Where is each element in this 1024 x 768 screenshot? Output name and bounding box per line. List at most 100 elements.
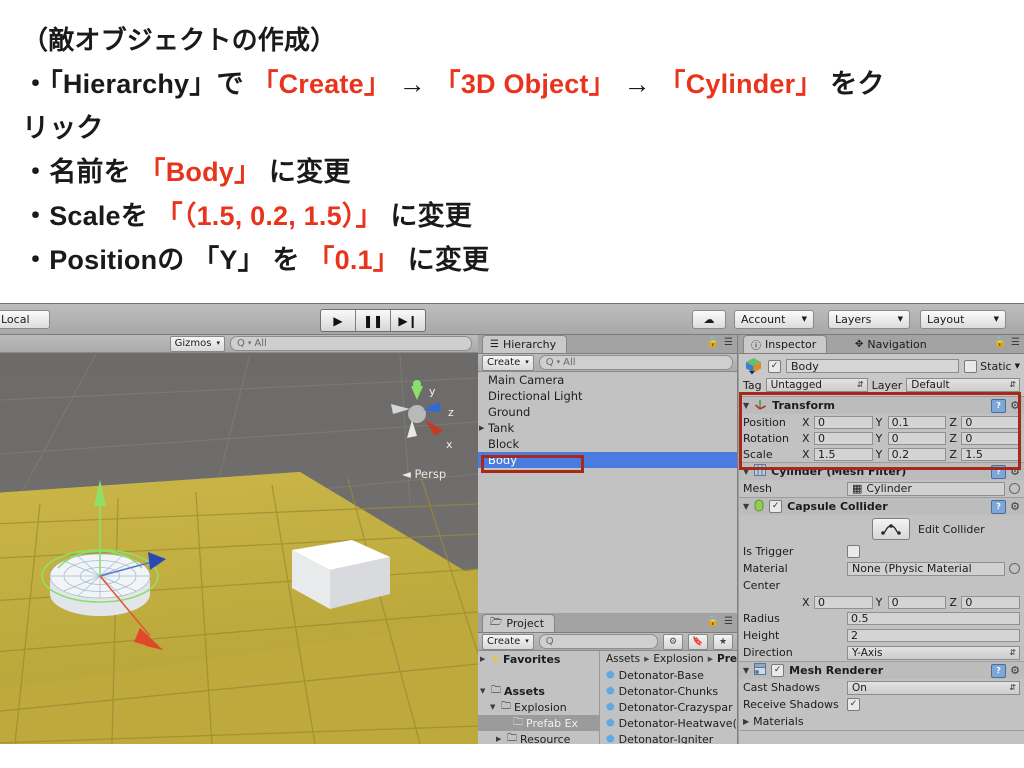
help-icon[interactable]: ? <box>991 398 1007 413</box>
object-picker-icon[interactable] <box>1009 563 1020 574</box>
tab-navigation[interactable]: ✥ Navigation <box>847 335 938 353</box>
asset-item[interactable]: ⬟ Detonator-Heatwave( <box>600 715 737 731</box>
project-tree-item[interactable]: ▶ 🗀 Resource <box>478 731 599 745</box>
filter-by-type-icon[interactable]: ⚙ <box>663 633 683 650</box>
asset-item[interactable]: ⬟ Detonator-Crazyspar <box>600 699 737 715</box>
project-tree-item[interactable]: ▼ 🗀 Explosion <box>478 699 599 715</box>
asset-item[interactable]: ⬟ Detonator-Base <box>600 667 737 683</box>
tab-project[interactable]: 🗁 Project <box>482 614 556 632</box>
expand-triangle-icon[interactable]: ▶ <box>479 424 488 432</box>
project-search-input[interactable]: Q <box>538 634 658 649</box>
radius-input[interactable]: 0.5 <box>847 612 1020 625</box>
gear-icon[interactable]: ⚙ <box>1010 399 1020 412</box>
step-button[interactable]: ▶❙ <box>391 310 425 331</box>
lock-icon[interactable]: 🔒 <box>707 616 719 627</box>
hierarchy-search-input[interactable]: Q ▾ All <box>538 355 733 370</box>
hierarchy-item[interactable]: Ground <box>478 404 737 420</box>
help-icon[interactable]: ? <box>991 499 1007 514</box>
position-z-input[interactable]: 0 <box>961 415 1021 429</box>
edit-collider-button[interactable] <box>872 518 910 540</box>
panel-menu-icon[interactable]: ☰ <box>724 337 733 348</box>
cast-shadows-dropdown[interactable]: On ⇵ <box>847 680 1020 695</box>
lock-icon[interactable]: 🔒 <box>994 337 1006 348</box>
collapse-triangle-icon[interactable]: ▼ <box>743 666 749 675</box>
center-z-input[interactable]: 0 <box>961 595 1021 609</box>
object-enabled-checkbox[interactable]: ✓ <box>768 359 781 373</box>
project-tree-item[interactable]: 🗀 Prefab Ex <box>478 715 599 731</box>
hierarchy-item[interactable]: Main Camera <box>478 372 737 388</box>
rotation-z-input[interactable]: 0 <box>961 431 1021 445</box>
object-name-input[interactable]: Body <box>786 359 960 373</box>
expand-triangle-icon[interactable]: ▶ <box>480 655 488 663</box>
object-picker-icon[interactable] <box>1009 483 1020 494</box>
expand-triangle-icon[interactable]: ▼ <box>480 687 488 695</box>
receive-shadows-checkbox[interactable]: ✓ <box>847 698 860 711</box>
asset-item[interactable]: ⬟ Detonator-Igniter <box>600 731 737 745</box>
cloud-services-button[interactable]: ☁ <box>692 310 726 329</box>
mesh-renderer-header[interactable]: ▼ ✓ Mesh Renderer ? ⚙ <box>739 662 1024 679</box>
gizmos-dropdown[interactable]: Gizmos ▾ <box>169 335 225 352</box>
project-tree-item[interactable]: ▶ ★ Favorites <box>478 651 599 667</box>
tag-dropdown[interactable]: Untagged ⇵ <box>765 378 868 392</box>
scale-z-input[interactable]: 1.5 <box>961 447 1021 461</box>
scene-search-input[interactable]: Q ▾ All <box>230 336 472 351</box>
direction-dropdown[interactable]: Y-Axis ⇵ <box>847 645 1020 660</box>
play-button[interactable]: ▶ <box>321 310 356 331</box>
gear-icon[interactable]: ⚙ <box>1010 465 1020 478</box>
mesh-filter-header[interactable]: ▼ Cylinder (Mesh Filter) ? ⚙ <box>739 463 1024 480</box>
breadcrumb-item[interactable]: Assets <box>606 653 640 665</box>
mesh-object-field[interactable]: ▦ Cylinder <box>847 481 1005 496</box>
gear-icon[interactable]: ⚙ <box>1010 664 1020 677</box>
rotation-y-input[interactable]: 0 <box>887 431 947 445</box>
layout-dropdown[interactable]: Layout ▼ <box>920 310 1006 329</box>
help-icon[interactable]: ? <box>991 464 1007 479</box>
expand-triangle-icon[interactable]: ▼ <box>490 703 498 711</box>
scene-view[interactable]: Gizmos ▾ Q ▾ All y z x ◄ Persp <box>0 335 478 744</box>
pivot-rotation-toggle[interactable]: Local <box>0 310 50 329</box>
capsule-collider-header[interactable]: ▼ ✓ Capsule Collider ? ⚙ <box>739 498 1024 515</box>
asset-item[interactable]: ⬟ Detonator-Chunks <box>600 683 737 699</box>
collapse-triangle-icon[interactable]: ▼ <box>743 401 749 410</box>
panel-menu-icon[interactable]: ☰ <box>724 616 733 627</box>
scale-x-input[interactable]: 1.5 <box>814 447 873 461</box>
help-icon[interactable]: ? <box>991 663 1007 678</box>
lock-icon[interactable]: 🔒 <box>707 337 719 348</box>
hierarchy-create-button[interactable]: Create ▾ <box>482 354 534 371</box>
height-input[interactable]: 2 <box>847 629 1020 642</box>
breadcrumb-item[interactable]: Explosion <box>653 653 703 665</box>
collider-material-field[interactable]: None (Physic Material <box>847 561 1005 576</box>
filter-by-label-icon[interactable]: 🔖 <box>688 633 708 650</box>
project-create-button[interactable]: Create ▾ <box>482 633 534 650</box>
static-toggle[interactable]: ✓ Static ▼ <box>964 359 1020 373</box>
panel-menu-icon[interactable]: ☰ <box>1011 337 1020 348</box>
project-tree-item[interactable]: ▼ 🗀 Assets <box>478 683 599 699</box>
static-checkbox[interactable]: ✓ <box>964 359 978 373</box>
mesh-renderer-enabled-checkbox[interactable]: ✓ <box>771 664 785 677</box>
materials-row[interactable]: ▶ Materials <box>739 713 1024 730</box>
pause-button[interactable]: ❚❚ <box>356 310 391 331</box>
is-trigger-checkbox[interactable]: ✓ <box>847 545 860 558</box>
hierarchy-item-selected[interactable]: Body <box>478 452 737 468</box>
account-dropdown[interactable]: Account ▼ <box>734 310 814 329</box>
tab-inspector[interactable]: ⓘ Inspector <box>743 335 828 353</box>
layers-dropdown[interactable]: Layers ▼ <box>828 310 910 329</box>
hierarchy-item[interactable]: Directional Light <box>478 388 737 404</box>
scene-viewport[interactable]: y z x ◄ Persp <box>0 354 478 744</box>
position-x-input[interactable]: 0 <box>814 415 873 429</box>
breadcrumb-item[interactable]: Pre <box>717 653 737 665</box>
capsule-collider-enabled-checkbox[interactable]: ✓ <box>769 500 783 513</box>
center-y-input[interactable]: 0 <box>887 595 947 609</box>
collapse-triangle-icon[interactable]: ▼ <box>743 467 749 476</box>
layer-dropdown[interactable]: Default ⇵ <box>906 378 1020 392</box>
center-x-input[interactable]: 0 <box>814 595 873 609</box>
position-y-input[interactable]: 0.1 <box>887 415 947 429</box>
favorites-star-icon[interactable]: ★ <box>713 633 733 650</box>
tab-hierarchy[interactable]: ☰ Hierarchy <box>482 335 568 353</box>
hierarchy-item[interactable]: Block <box>478 436 737 452</box>
transform-header[interactable]: ▼ Transform ? ⚙ <box>739 397 1024 414</box>
hierarchy-item[interactable]: ▶ Tank <box>478 420 737 436</box>
expand-triangle-icon[interactable]: ▶ <box>496 735 504 743</box>
expand-triangle-icon[interactable]: ▶ <box>743 717 749 726</box>
collapse-triangle-icon[interactable]: ▼ <box>743 502 749 511</box>
gear-icon[interactable]: ⚙ <box>1010 500 1020 513</box>
